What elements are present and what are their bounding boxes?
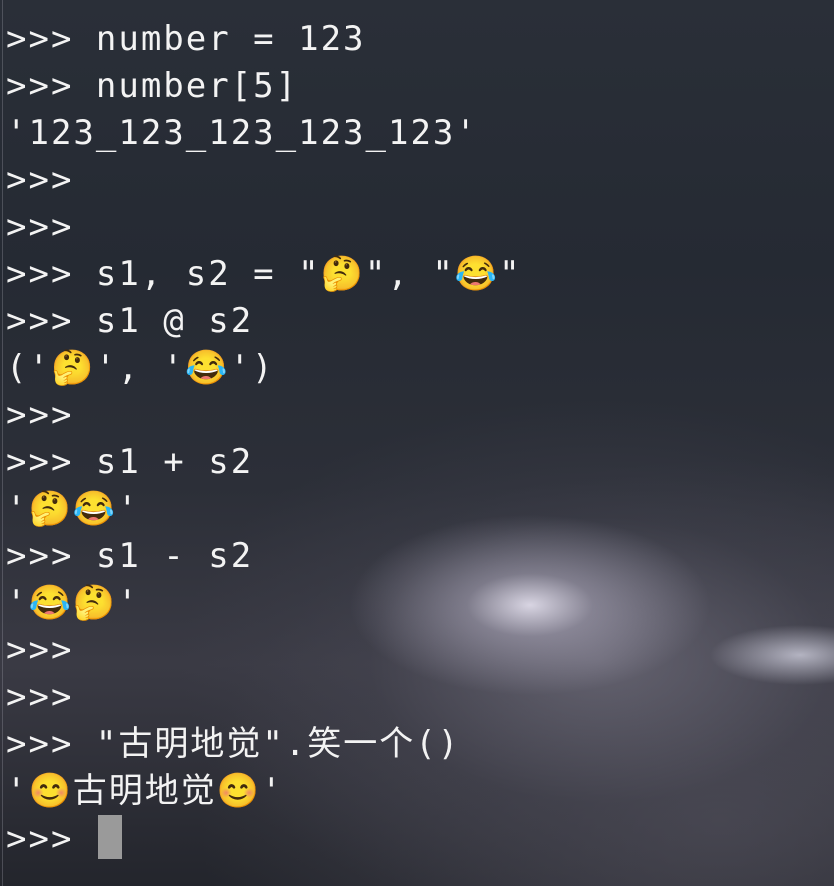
terminal-line: >>> s1 + s2 <box>6 442 254 482</box>
terminal-line: >>> number = 123 <box>6 19 366 59</box>
terminal-line: >>> s1 - s2 <box>6 536 254 576</box>
terminal-line: >>> s1, s2 = "🤔", "😂" <box>6 254 522 294</box>
terminal-line: >>> <box>6 160 74 200</box>
terminal-output-line: '😂🤔' <box>6 583 140 623</box>
terminal-line: >>> <box>6 207 74 247</box>
terminal-line: >>> number[5] <box>6 66 299 106</box>
terminal-line: >>> "古明地觉".笑一个() <box>6 724 461 764</box>
terminal-output-line: '😊古明地觉😊' <box>6 771 284 811</box>
terminal-prompt-line[interactable]: >>> <box>6 815 826 862</box>
terminal-output-line: '123_123_123_123_123' <box>6 113 478 153</box>
terminal-line: >>> <box>6 677 74 717</box>
terminal-line: >>> <box>6 395 74 435</box>
terminal-scrollbar[interactable] <box>830 0 834 886</box>
terminal-left-border <box>2 0 3 886</box>
python-repl-terminal[interactable]: >>> number = 123 >>> number[5] '123_123_… <box>6 16 826 862</box>
prompt-text: >>> <box>6 819 96 859</box>
terminal-line: >>> <box>6 630 74 670</box>
terminal-line: >>> s1 @ s2 <box>6 301 254 341</box>
text-cursor <box>97 815 122 859</box>
terminal-output-line: ('🤔', '😂') <box>6 348 275 388</box>
terminal-output-line: '🤔😂' <box>6 489 140 529</box>
